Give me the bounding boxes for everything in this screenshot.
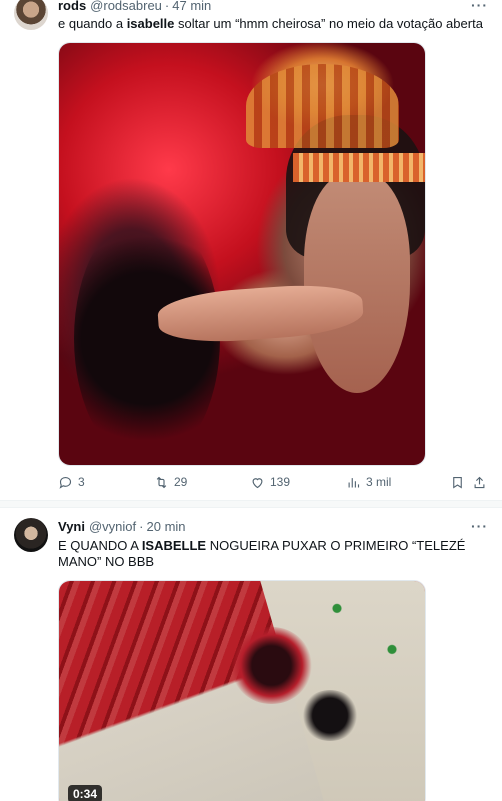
carnival-closeup-photo — [59, 43, 425, 465]
heart-icon — [252, 477, 263, 488]
timestamp[interactable]: 20 min — [147, 519, 186, 534]
tweet-text-part: e quando a — [58, 16, 127, 31]
retweet-arrows-icon — [156, 476, 167, 488]
avatar[interactable] — [14, 0, 48, 30]
retweet-count: 29 — [174, 475, 188, 489]
tweet-text: E QUANDO A ISABELLE NOGUEIRA PUXAR O PRI… — [58, 538, 488, 570]
share-upload-icon — [474, 476, 485, 488]
tweet-text-part: soltar um “hmm cheirosa” no meio da vota… — [174, 16, 483, 31]
like-count: 139 — [270, 475, 291, 489]
crown-shape — [245, 64, 400, 149]
timestamp[interactable]: 47 min — [172, 0, 211, 13]
share-button[interactable] — [472, 475, 488, 490]
video-duration-badge: 0:34 — [68, 785, 103, 801]
tweet-actions: 3 29 139 3 mil — [58, 472, 488, 492]
reply-count: 3 — [78, 475, 85, 489]
avatar[interactable] — [14, 518, 48, 552]
face-shape — [304, 173, 411, 394]
bookmark-button[interactable] — [450, 475, 472, 490]
headband-shape — [293, 152, 425, 183]
reply-button[interactable]: 3 — [58, 475, 154, 490]
views-button[interactable]: 3 mil — [346, 475, 424, 490]
feather-costume-shape — [300, 690, 360, 741]
separator-dot: · — [139, 518, 144, 534]
tweet-image[interactable] — [58, 42, 426, 466]
retweet-button[interactable]: 29 — [154, 475, 250, 490]
separator-dot: · — [164, 0, 170, 13]
tweet-text-highlight: isabelle — [126, 16, 175, 31]
more-options-icon[interactable]: ··· — [471, 0, 488, 13]
author-name[interactable]: rods — [58, 0, 86, 13]
tweet[interactable]: Vyni @vyniof · 20 min ··· E QUANDO A ISA… — [0, 507, 502, 801]
tweet-header: rods @rodsabreu · 47 min ··· — [58, 0, 488, 14]
view-count: 3 mil — [366, 475, 392, 489]
bar-chart-icon — [348, 477, 360, 487]
parade-aerial-video-frame: 0:34 — [59, 581, 425, 801]
tweet-text-highlight: ISABELLE — [141, 538, 207, 553]
like-button[interactable]: 139 — [250, 475, 346, 490]
tweet-text-part: E QUANDO A — [58, 538, 142, 553]
tweet-video[interactable]: 0:34 — [58, 580, 426, 801]
author-handle[interactable]: @rodsabreu — [90, 0, 162, 13]
author-name[interactable]: Vyni — [58, 519, 85, 534]
bookmark-icon — [453, 476, 462, 489]
timeline-feed: rods @rodsabreu · 47 min ··· e quando a … — [0, 0, 502, 801]
speech-bubble-icon — [59, 476, 72, 489]
tweet[interactable]: rods @rodsabreu · 47 min ··· e quando a … — [0, 0, 502, 501]
tweet-header: Vyni @vyniof · 20 min ··· — [58, 517, 488, 535]
tweet-text: e quando a isabelle soltar um “hmm cheir… — [58, 16, 488, 32]
feather-costume-shape — [231, 626, 312, 705]
author-handle[interactable]: @vyniof — [89, 519, 136, 534]
more-options-icon[interactable]: ··· — [471, 518, 488, 534]
parade-floor-shape — [260, 581, 425, 801]
